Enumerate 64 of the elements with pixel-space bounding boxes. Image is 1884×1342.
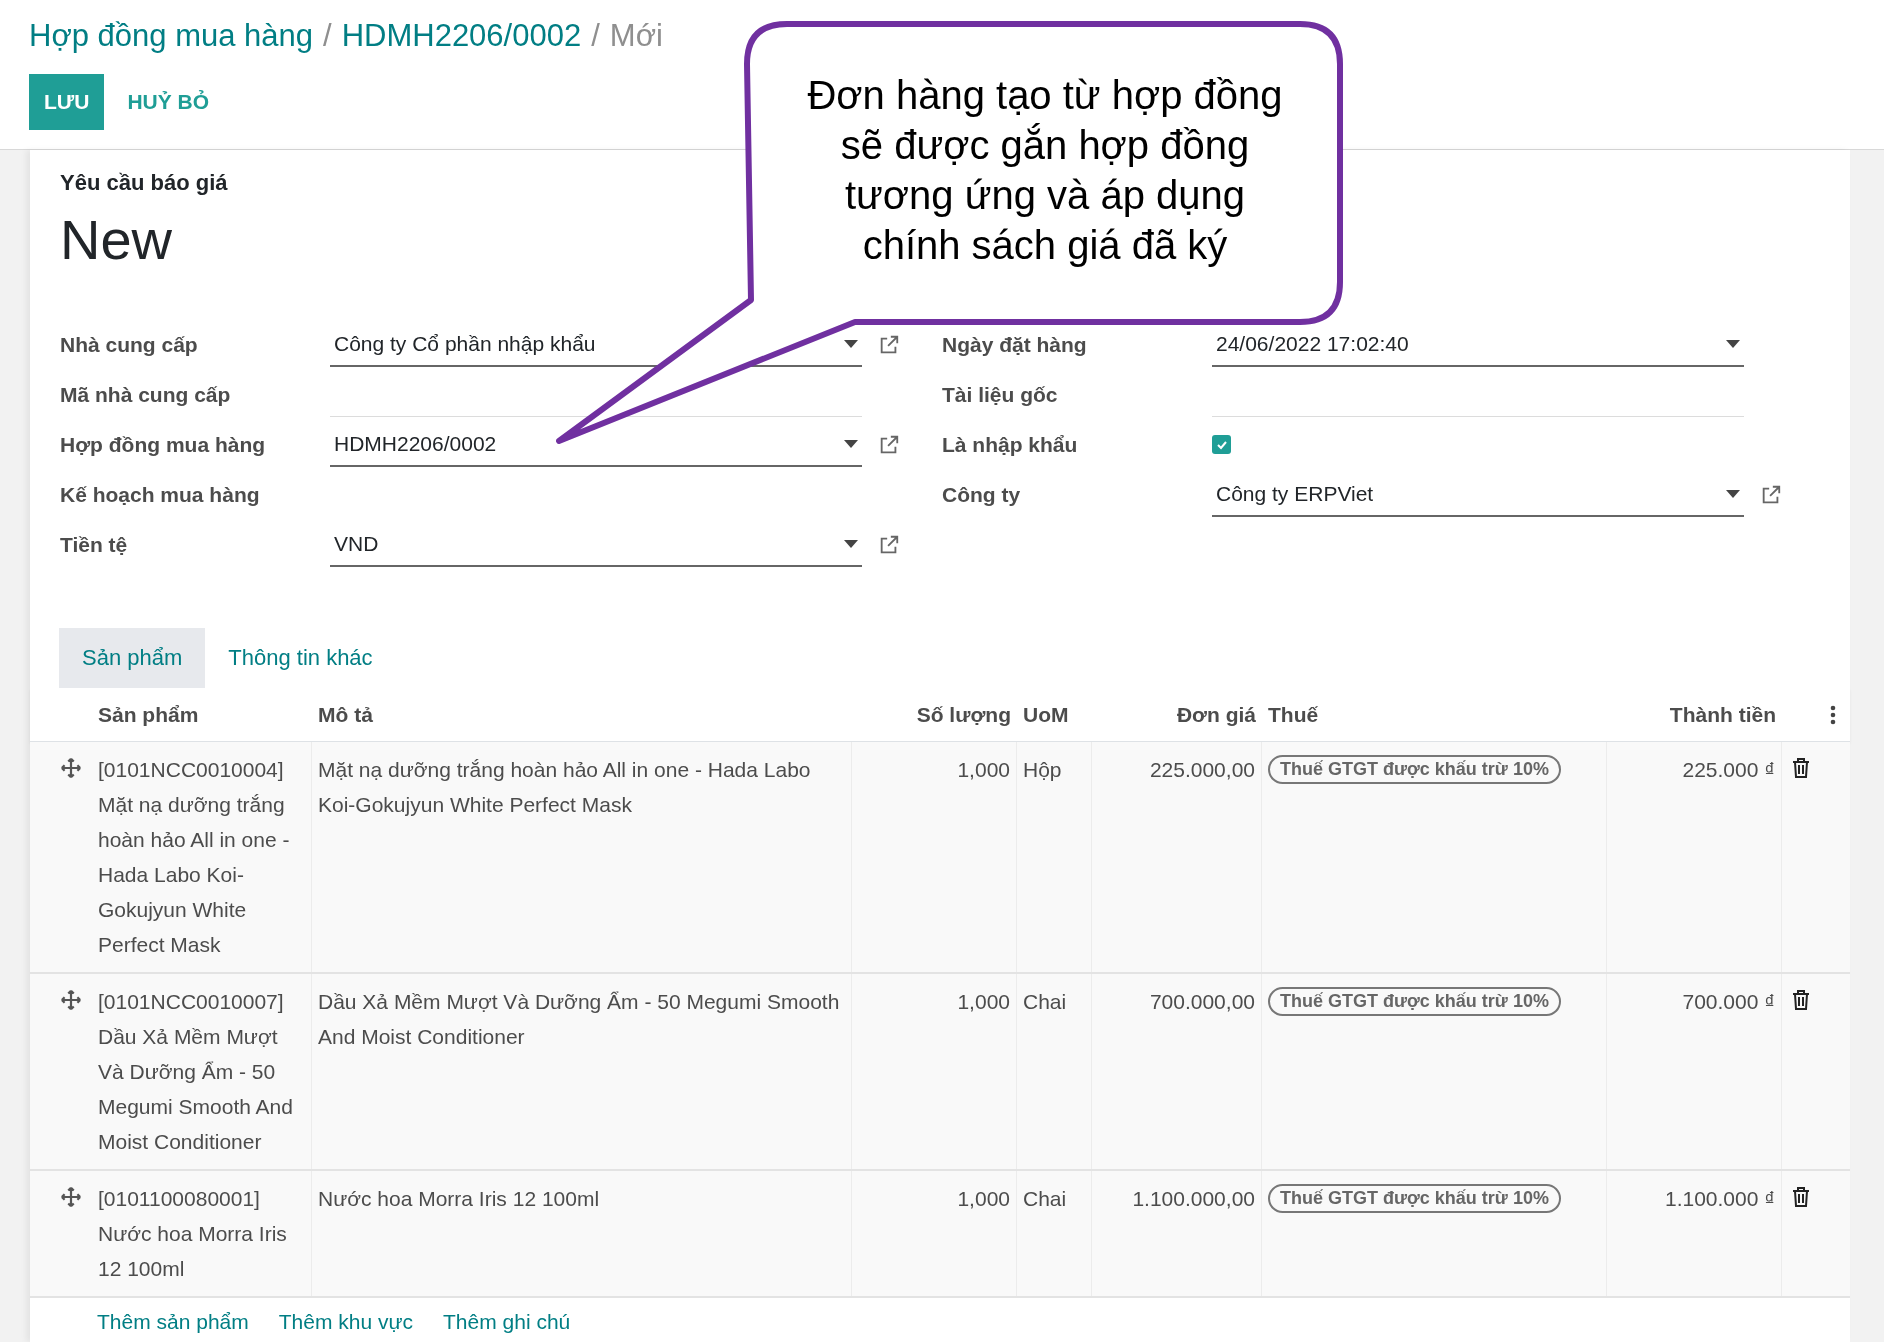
breadcrumb-current: Mới bbox=[609, 16, 663, 55]
table-cell-text: 1,000 bbox=[957, 989, 1010, 1015]
field-label: Ngày đặt hàng bbox=[942, 333, 1087, 356]
table-cell-text: Hộp bbox=[1023, 757, 1062, 783]
breadcrumb-link[interactable]: Hợp đồng mua hàng bbox=[29, 12, 314, 60]
input-field[interactable]: VND bbox=[330, 523, 862, 567]
external-link-icon[interactable] bbox=[878, 534, 900, 556]
table-cell-text: 1,000 bbox=[957, 757, 1010, 783]
field-label: Là nhập khẩu bbox=[942, 433, 1078, 456]
column-header[interactable]: Sản phẩm bbox=[98, 698, 199, 731]
field-label: Hợp đồng mua hàng bbox=[60, 433, 266, 456]
input-field[interactable]: Công ty ERPViet bbox=[1212, 473, 1744, 517]
table-cell-text: Dầu Xả Mềm Mượt Và Dưỡng Ẩm - 50 Megumi Smooth And Moist Conditioner bbox=[318, 989, 841, 1050]
field-label: Mã nhà cung cấp bbox=[60, 383, 231, 406]
column-header[interactable]: Thuế bbox=[1268, 698, 1319, 731]
field-label: Nhà cung cấp bbox=[60, 333, 198, 356]
table-cell-text: [0101NCC0010004] Mặt nạ dưỡng trắng hoàn hảo All in one - Hada Labo Koi-Gokujyun White Perfect Mask bbox=[98, 757, 291, 958]
tax-tag: Thuế GTGT được khấu trừ 10% bbox=[1268, 755, 1561, 784]
column-header[interactable]: Mô tả bbox=[318, 698, 373, 731]
table-cell-text: 700.000 ₫ bbox=[1682, 989, 1775, 1015]
add-line-link[interactable]: Thêm khu vực bbox=[278, 1306, 413, 1338]
table-cell-text: 700.000,00 bbox=[1149, 989, 1255, 1015]
tab[interactable]: Thông tin khác bbox=[205, 628, 396, 688]
field-label: Tài liệu gốc bbox=[942, 383, 1058, 406]
external-link-icon[interactable] bbox=[1760, 484, 1782, 506]
table-cell-text: Nước hoa Morra Iris 12 100ml bbox=[318, 1186, 600, 1212]
tab[interactable]: Sản phẩm bbox=[59, 628, 206, 688]
field-label: Tiền tệ bbox=[60, 533, 128, 556]
external-link-icon[interactable] bbox=[878, 334, 900, 356]
breadcrumb-separator: / bbox=[323, 16, 332, 55]
checkbox[interactable] bbox=[1212, 435, 1231, 454]
table-cell-text: 1,000 bbox=[957, 1186, 1010, 1212]
table-cell-text: 1.100.000,00 bbox=[1132, 1186, 1255, 1212]
trash-icon[interactable] bbox=[1792, 758, 1810, 778]
breadcrumb-link[interactable]: HDMH2206/0002 bbox=[341, 12, 582, 60]
form-subtitle: Yêu cầu báo giá bbox=[60, 169, 228, 197]
trash-icon[interactable] bbox=[1792, 990, 1810, 1010]
drag-handle-icon[interactable] bbox=[60, 989, 82, 1011]
table-cell-text: Mặt nạ dưỡng trắng hoàn hảo All in one - Hada Labo Koi-Gokujyun White Perfect Mask bbox=[318, 757, 812, 818]
tax-tag: Thuế GTGT được khấu trừ 10% bbox=[1268, 1184, 1561, 1213]
drag-handle-icon[interactable] bbox=[60, 1186, 82, 1208]
field-label: Công ty bbox=[942, 483, 1021, 506]
column-header[interactable]: Số lượng bbox=[916, 698, 1011, 731]
column-header[interactable]: Thành tiền bbox=[1669, 698, 1776, 731]
table-cell-text: Chai bbox=[1023, 1186, 1067, 1212]
table-cell-text: Chai bbox=[1023, 989, 1067, 1015]
column-header[interactable]: Đơn giá bbox=[1176, 698, 1256, 731]
table-cell-text: [0101NCC0010007] Dầu Xả Mềm Mượt Và Dưỡng Ẩm - 50 Megumi Smooth And Moist Conditioner bbox=[98, 989, 294, 1155]
table-cell-text: [0101100080001] Nước hoa Morra Iris 12 100ml bbox=[98, 1186, 288, 1282]
trash-icon[interactable] bbox=[1792, 1187, 1810, 1207]
table-cell-text: 225.000,00 bbox=[1149, 757, 1255, 783]
table-cell-text: 1.100.000 ₫ bbox=[1664, 1186, 1775, 1212]
field-label: Kế hoạch mua hàng bbox=[60, 483, 260, 506]
breadcrumb-separator: / bbox=[591, 16, 600, 55]
drag-handle-icon[interactable] bbox=[60, 757, 82, 779]
tax-tag: Thuế GTGT được khấu trừ 10% bbox=[1268, 987, 1561, 1016]
kebab-menu-icon bbox=[1830, 704, 1836, 725]
column-header[interactable]: UoM bbox=[1023, 698, 1069, 731]
callout-text: Đơn hàng tạo từ hợp đồng sẽ được gắn hợp đồng tương ứng và áp dụng chính sách giá đã ký bbox=[806, 72, 1284, 269]
external-link-icon[interactable] bbox=[878, 434, 900, 456]
add-line-link[interactable]: Thêm sản phẩm bbox=[97, 1306, 249, 1338]
record-title: New bbox=[60, 207, 173, 273]
add-line-link[interactable]: Thêm ghi chú bbox=[443, 1306, 571, 1338]
table-cell-text: 225.000 ₫ bbox=[1682, 757, 1775, 783]
